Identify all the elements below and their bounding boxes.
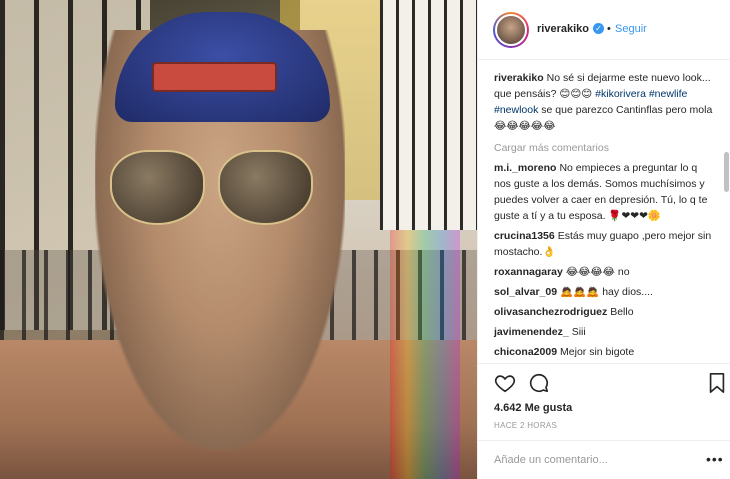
photo-window <box>380 0 477 230</box>
verified-badge-icon: ✓ <box>593 23 604 34</box>
bookmark-icon[interactable] <box>707 372 727 394</box>
comment-username[interactable]: olivasanchezrodriguez <box>494 306 607 318</box>
more-options-icon[interactable]: ••• <box>706 451 724 467</box>
caption-username[interactable]: riverakiko <box>494 72 544 84</box>
comment-username[interactable]: javimenendez_ <box>494 326 569 338</box>
post-photo[interactable] <box>0 0 477 479</box>
post-caption: riverakiko No sé si dejarme este nuevo lo… <box>494 70 715 134</box>
comment-username[interactable]: roxannagaray <box>494 266 563 278</box>
comment-username[interactable]: sol_alvar_09 <box>494 286 557 298</box>
photo-cap-band <box>152 62 277 92</box>
comment-text: 😂😂😂😂 no <box>565 266 630 278</box>
comment-username[interactable]: m.i._moreno <box>494 162 556 174</box>
comments-list[interactable]: riverakiko No sé si dejarme este nuevo lo… <box>478 60 730 363</box>
comment-item: crucina1356 Estás muy guapo ,pero mejor s… <box>494 228 715 260</box>
comment-text: Siii <box>571 326 586 338</box>
load-more-comments-link[interactable]: Cargar más comentarios <box>494 142 715 154</box>
comment-text: Bello <box>610 306 634 318</box>
comment-item: chicona2009 Mejor sin bigote <box>494 344 715 360</box>
comments-scrollbar[interactable] <box>724 152 729 192</box>
header-separator: • <box>607 23 611 35</box>
comment-item: roxannagaray 😂😂😂😂 no <box>494 264 715 280</box>
comment-item: olivasanchezrodriguez Bello <box>494 304 715 320</box>
comment-text: 🙇🙇🙇 hay dios.... <box>560 286 653 298</box>
comment-username[interactable]: chicona2009 <box>494 346 557 358</box>
likes-count[interactable]: 4.642 Me gusta <box>494 402 572 414</box>
header-username[interactable]: riverakiko <box>537 23 589 35</box>
photo-sunglasses-right <box>218 150 313 225</box>
photo-lens-flare <box>390 230 460 479</box>
follow-button[interactable]: Seguir <box>615 23 647 35</box>
photo-sunglasses-left <box>110 150 205 225</box>
post-side-panel: riverakiko ✓ • Seguir riverakiko No sé si… <box>477 0 730 479</box>
add-comment-bar: ••• <box>478 440 730 479</box>
post-timestamp[interactable]: HACE 2 HORAS <box>494 421 557 430</box>
hashtag-link[interactable]: #newlook <box>494 104 538 116</box>
avatar[interactable] <box>495 14 527 46</box>
speech-bubble-icon[interactable] <box>528 372 550 394</box>
add-comment-input[interactable] <box>494 450 694 470</box>
hashtag-link[interactable]: #newlife <box>649 88 688 100</box>
comment-username[interactable]: crucina1356 <box>494 230 555 242</box>
comment-item: sol_alvar_09 🙇🙇🙇 hay dios.... <box>494 284 715 300</box>
comment-text: Mejor sin bigote <box>560 346 635 358</box>
post-header: riverakiko ✓ • Seguir <box>478 0 730 60</box>
story-ring[interactable] <box>493 12 529 48</box>
heart-icon[interactable] <box>494 372 516 394</box>
comment-item: javimenendez_ Siii <box>494 324 715 340</box>
hashtag-link[interactable]: #kikorivera <box>595 88 646 100</box>
comment-item: m.i._moreno No empieces a preguntar lo q … <box>494 160 715 224</box>
